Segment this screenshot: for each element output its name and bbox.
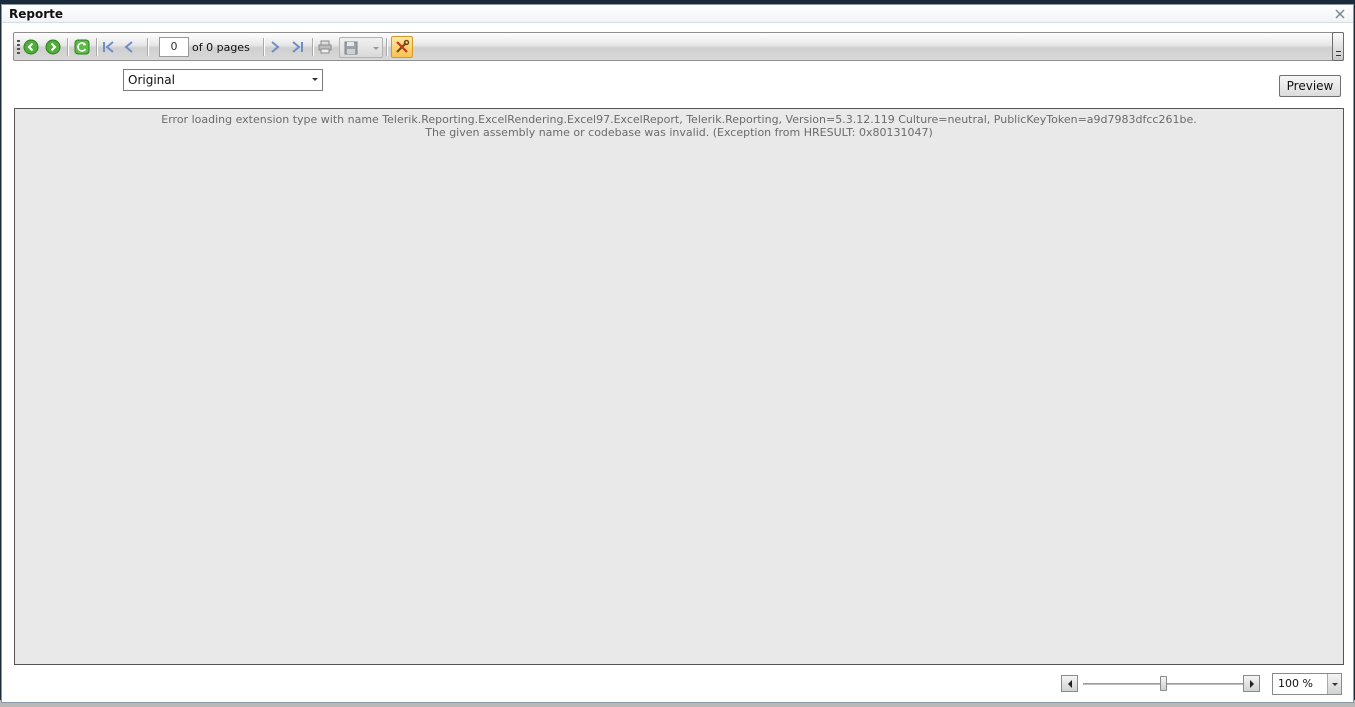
- save-icon: [344, 41, 358, 55]
- report-content-area: Error loading extension type with name T…: [14, 108, 1344, 665]
- last-page-icon: [292, 41, 303, 53]
- tools-icon: [396, 39, 410, 53]
- zoom-combo[interactable]: 100 %: [1272, 673, 1342, 695]
- next-page-icon: [271, 41, 280, 53]
- chevron-down-icon: [373, 47, 379, 50]
- toolbar-separator: [147, 38, 148, 56]
- zoom-bar: 100 %: [1061, 673, 1342, 695]
- toolbar-separator: [263, 38, 264, 56]
- toolbar-overflow-handle[interactable]: [1332, 32, 1344, 61]
- titlebar: Reporte: [2, 5, 1353, 23]
- zoom-out-button[interactable]: [1061, 675, 1078, 692]
- first-page-icon: [103, 41, 114, 53]
- refresh-icon: [74, 39, 90, 55]
- preview-button[interactable]: Preview: [1279, 75, 1341, 97]
- parameters-toggle-button[interactable]: [391, 36, 413, 58]
- print-icon: [318, 40, 332, 54]
- error-message: Error loading extension type with name T…: [15, 113, 1343, 139]
- arrow-right-icon: [1249, 679, 1254, 688]
- chevron-down-icon: [312, 78, 318, 81]
- toolbar-separator: [67, 38, 68, 56]
- zoom-slider-thumb[interactable]: [1159, 676, 1167, 691]
- back-icon: [23, 39, 39, 55]
- page-count-label: of 0 pages: [192, 41, 250, 54]
- arrow-left-icon: [1067, 679, 1072, 688]
- close-icon[interactable]: [1335, 8, 1345, 19]
- error-line-2: The given assembly name or codebase was …: [425, 126, 933, 139]
- export-save-dropdown[interactable]: [339, 37, 383, 58]
- next-page-button[interactable]: [268, 38, 282, 56]
- page-number-input[interactable]: 0: [159, 37, 189, 57]
- toolbar-grip[interactable]: [17, 40, 20, 54]
- format-select-value: Original: [128, 73, 175, 87]
- error-line-1: Error loading extension type with name T…: [161, 113, 1197, 126]
- last-page-button[interactable]: [289, 38, 305, 56]
- toolbar-separator: [312, 38, 313, 56]
- zoom-in-button[interactable]: [1243, 675, 1260, 692]
- first-page-button[interactable]: [101, 38, 117, 56]
- report-window: Reporte 0 of 0 pages Original Preview Er…: [1, 4, 1354, 703]
- toolbar-separator: [386, 38, 387, 56]
- report-toolbar: 0 of 0 pages: [13, 32, 1344, 61]
- forward-button[interactable]: [45, 38, 61, 56]
- back-button[interactable]: [23, 38, 39, 56]
- previous-page-icon: [124, 41, 133, 53]
- forward-icon: [45, 39, 61, 55]
- window-title: Reporte: [9, 7, 64, 21]
- chevron-down-icon[interactable]: [1327, 674, 1341, 694]
- zoom-value: 100 %: [1278, 677, 1313, 690]
- format-select[interactable]: Original: [123, 69, 323, 91]
- refresh-button[interactable]: [73, 38, 91, 56]
- print-button[interactable]: [317, 38, 333, 56]
- previous-page-button[interactable]: [122, 38, 136, 56]
- toolbar-separator: [96, 38, 97, 56]
